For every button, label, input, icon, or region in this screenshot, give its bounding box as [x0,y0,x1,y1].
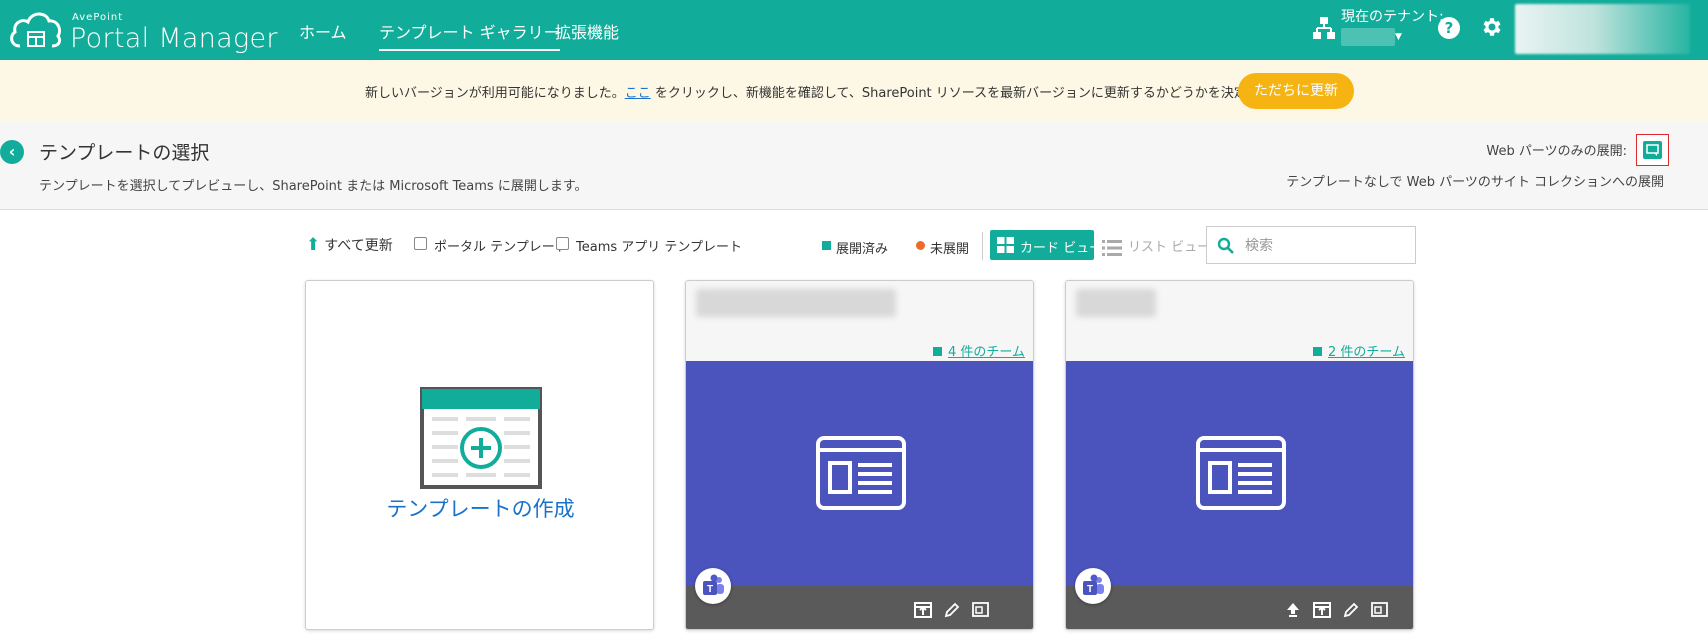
teams-app-template-label: Teams アプリ テンプレート [576,240,743,255]
update-banner-text: 新しいバージョンが利用可能になりました。ここ をクリックし、新機能を確認して、S… [365,82,1337,101]
portal-template-checkbox[interactable] [414,237,427,250]
update-banner: 新しいバージョンが利用可能になりました。ここ をクリックし、新機能を確認して、S… [0,60,1708,122]
search-box [1206,226,1416,264]
template-name-redacted [696,289,896,317]
card-view-label: カード ビュー [1020,241,1103,256]
tenant-label: 現在のテナント: [1341,9,1444,25]
brand-name: Portal Manager [70,23,278,54]
deploy-icon[interactable] [914,602,932,618]
tenant-hierarchy-icon [1313,17,1335,39]
nav-extensions[interactable]: 拡張機能 [555,19,619,43]
deployed-legend-label: 展開済み [836,242,889,257]
undeployed-legend-label: 未展開 [930,242,970,257]
webpart-only-deploy-button[interactable] [1636,134,1669,166]
card-header: 4 件のチーム [686,281,1033,361]
edit-icon[interactable] [943,602,961,618]
edit-icon[interactable] [1342,602,1360,618]
template-name-redacted [1076,289,1156,317]
search-icon[interactable] [1217,237,1235,255]
svg-text:T: T [1087,584,1093,595]
create-template-icon [420,387,542,489]
divider [982,232,983,260]
page-template-icon [1196,436,1286,510]
top-header: AvePoint Portal Manager ホーム テンプレート ギャラリー… [0,0,1708,60]
refresh-all-button[interactable]: ⬆ すべて更新 [306,235,393,255]
grid-icon [997,237,1014,253]
deploy-icon[interactable] [1313,602,1331,618]
update-arrow-icon[interactable] [1284,602,1302,618]
portal-template-label: ポータル テンプレート [434,240,568,255]
teams-count-label: 4 件のチーム [947,345,1025,360]
gear-icon[interactable] [1479,15,1503,39]
teams-count-label: 2 件のチーム [1327,345,1405,360]
svg-text:T: T [707,584,713,595]
page-subtitle: テンプレートを選択してプレビューし、SharePoint または Microso… [39,179,588,194]
nav-template-gallery[interactable]: テンプレート ギャラリー [379,19,560,51]
list-view-button[interactable]: リスト ビュー [1102,236,1210,257]
banner-here-link[interactable]: ここ [625,86,651,101]
undeployed-legend-swatch [916,241,925,250]
banner-text-before: 新しいバージョンが利用可能になりました。 [365,86,625,101]
list-view-label: リスト ビュー [1128,240,1211,255]
webpart-icon [1643,141,1662,159]
webpart-only-label: Web パーツのみの展開: [1486,144,1627,159]
deployed-legend-swatch [822,241,831,250]
chevron-down-icon[interactable]: ▼ [1395,32,1402,42]
help-icon[interactable]: ? [1438,17,1460,39]
nav-home[interactable]: ホーム [299,19,347,43]
user-account-menu[interactable] [1515,4,1690,54]
teams-count-link[interactable]: 4 件のチーム [932,341,1025,360]
title-area [0,122,1708,210]
template-card[interactable]: 2 件のチーム T [1065,280,1414,630]
template-card[interactable]: 4 件のチーム T [685,280,1034,630]
card-header: 2 件のチーム [1066,281,1413,361]
webpart-only-description: テンプレートなしで Web パーツのサイト コレクションへの展開 [1286,175,1664,190]
card-view-button[interactable]: カード ビュー [990,230,1102,260]
teams-count-link[interactable]: 2 件のチーム [1312,341,1405,360]
teams-icon: T [695,568,731,604]
app-logo[interactable]: AvePoint Portal Manager [8,6,277,54]
teams-app-template-checkbox[interactable] [556,237,569,250]
create-template-label: テンプレートの作成 [386,497,575,521]
teams-icon: T [1075,568,1111,604]
deployed-status-swatch [1312,347,1322,356]
brand-small-text: AvePoint [72,12,124,23]
page-template-icon [816,436,906,510]
back-button[interactable]: ‹ [0,140,24,164]
card-footer [1066,586,1413,629]
list-icon [1102,239,1122,256]
update-now-button[interactable]: ただちに更新 [1238,73,1354,109]
create-template-card[interactable]: テンプレートの作成 [305,280,654,630]
upload-arrow-icon: ⬆ [306,235,321,255]
deployed-status-swatch [932,347,942,356]
banner-text-after: をクリックし、新機能を確認して、SharePoint リソースを最新バージョンに… [650,86,1338,101]
page-title: テンプレートの選択 [39,142,210,164]
preview-icon[interactable] [972,602,990,618]
card-preview [1066,361,1413,586]
search-input[interactable] [1245,235,1405,255]
refresh-all-label: すべて更新 [324,238,393,254]
preview-icon[interactable] [1371,602,1389,618]
cloud-logo-icon [10,12,62,48]
card-preview [686,361,1033,586]
tenant-selector[interactable] [1341,28,1395,46]
